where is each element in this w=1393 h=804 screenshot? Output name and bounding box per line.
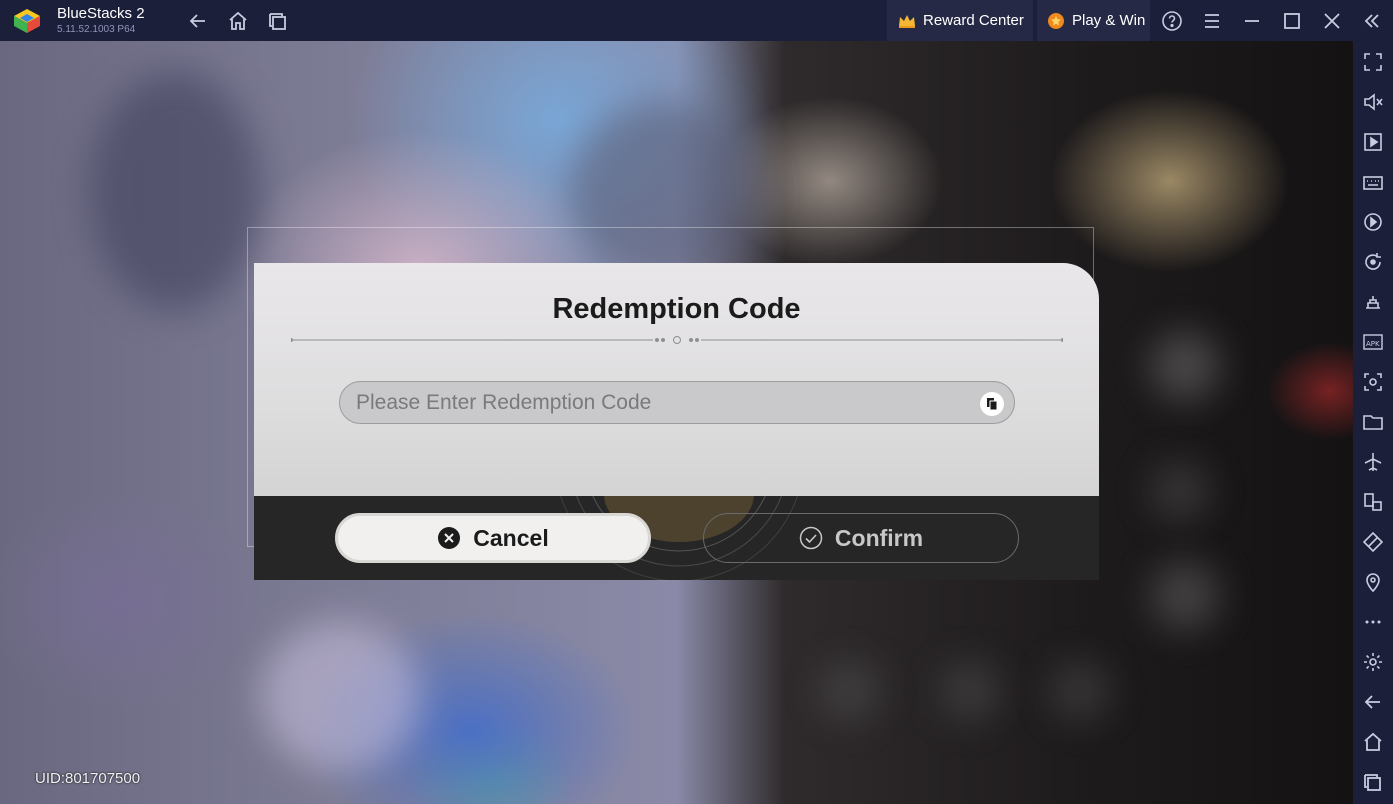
maximize-icon[interactable] <box>1281 10 1303 32</box>
app-version: 5.11.52.1003 P64 <box>57 24 136 35</box>
media-icon[interactable] <box>1362 131 1384 153</box>
sync-icon[interactable] <box>1362 251 1384 273</box>
confirm-check-icon <box>799 526 823 550</box>
player-uid: UID:801707500 <box>35 770 141 787</box>
right-sidebar: APK <box>1353 41 1393 804</box>
redemption-dialog: Redemption Code Cancel <box>254 263 1099 580</box>
menu-icon[interactable] <box>1201 10 1223 32</box>
svg-text:APK: APK <box>1366 340 1380 348</box>
confirm-label: Confirm <box>834 524 924 551</box>
folder-icon[interactable] <box>1362 411 1384 433</box>
cancel-label: Cancel <box>473 524 549 551</box>
reward-center-button[interactable]: Reward Center <box>887 0 1033 41</box>
collapse-sidebar-icon[interactable] <box>1361 10 1383 32</box>
screenshot-icon[interactable] <box>1362 371 1384 393</box>
title-bar: BlueStacks 2 5.11.52.1003 P64 Reward Cen… <box>0 0 1393 41</box>
android-home-icon[interactable] <box>1362 731 1384 753</box>
back-icon[interactable] <box>187 10 209 32</box>
close-icon[interactable] <box>1321 10 1343 32</box>
multi-instance-icon[interactable] <box>267 10 289 32</box>
paste-icon <box>987 398 998 411</box>
more-icon[interactable] <box>1362 611 1384 633</box>
volume-icon[interactable] <box>1362 91 1384 113</box>
install-apk-icon[interactable]: APK <box>1362 331 1384 353</box>
dialog-footer: Cancel Confirm <box>254 496 1099 580</box>
recent-apps-icon[interactable] <box>1362 771 1384 793</box>
play-win-label: Play & Win <box>1072 12 1146 29</box>
title-divider <box>291 336 1063 344</box>
confirm-button[interactable]: Confirm <box>703 513 1019 563</box>
eco-mode-icon[interactable] <box>1362 531 1384 553</box>
play-win-button[interactable]: Play & Win <box>1037 0 1150 41</box>
paste-button[interactable] <box>980 392 1004 416</box>
multi-window-icon[interactable] <box>1362 491 1384 513</box>
android-back-icon[interactable] <box>1362 691 1384 713</box>
minimize-icon[interactable] <box>1241 10 1263 32</box>
dialog-title: Redemption Code <box>552 293 801 325</box>
settings-icon[interactable] <box>1362 651 1384 673</box>
home-icon[interactable] <box>227 10 249 32</box>
app-name: BlueStacks 2 <box>57 5 145 22</box>
help-icon[interactable] <box>1161 10 1183 32</box>
crown-icon <box>899 14 915 28</box>
cancel-x-icon <box>438 527 461 549</box>
location-icon[interactable] <box>1362 571 1384 593</box>
airplane-mode-icon[interactable] <box>1362 451 1384 473</box>
redemption-code-input[interactable] <box>339 381 1015 424</box>
coin-icon <box>1048 12 1064 29</box>
bluestacks-logo-icon <box>14 9 40 33</box>
game-controls-icon[interactable] <box>1362 291 1384 313</box>
macro-icon[interactable] <box>1362 211 1384 233</box>
keyboard-icon[interactable] <box>1362 171 1384 193</box>
cancel-button[interactable]: Cancel <box>335 513 651 563</box>
fullscreen-icon[interactable] <box>1362 51 1384 73</box>
reward-center-label: Reward Center <box>923 12 1024 29</box>
